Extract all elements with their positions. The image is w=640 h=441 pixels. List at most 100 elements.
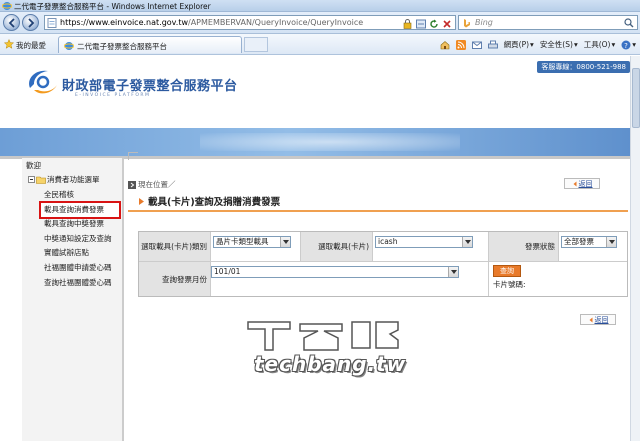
title-underline — [128, 210, 628, 212]
sidebar-item-trial-stores[interactable]: 實體試辦店點 — [44, 246, 119, 261]
refresh-icon[interactable] — [428, 18, 439, 29]
chevron-down-icon — [606, 237, 616, 247]
rss-icon — [455, 39, 466, 50]
safety-menu[interactable]: 安全性(S) ▾ — [540, 39, 578, 50]
help-button[interactable]: ? ▾ — [621, 40, 636, 50]
status-label: 發票狀態 — [489, 232, 559, 262]
arrow-right-icon — [128, 180, 136, 189]
sidebar: 歡迎 消費者功能選單 全民稽核 載具查詢消費發票 載具查詢中獎發票 中獎通知設定… — [22, 158, 124, 441]
url-path: /APMEMBERVAN/QueryInvoice/QueryInvoice — [188, 18, 364, 27]
feeds-button[interactable] — [455, 39, 466, 50]
mail-button[interactable] — [471, 40, 482, 50]
status-cell: 全部發票 — [559, 232, 627, 262]
page-favicon-icon — [47, 18, 57, 28]
vertical-scrollbar[interactable] — [630, 56, 640, 441]
lock-icon[interactable] — [402, 18, 413, 29]
sidebar-menu: 全民稽核 載具查詢消費發票 載具查詢中獎發票 中獎通知設定及查詢 實體試辦店點 … — [39, 188, 121, 291]
carrier-label: 選取載具(卡片) — [301, 232, 373, 262]
window-titlebar: 二代電子發票整合服務平台 - Windows Internet Explorer — [0, 0, 640, 12]
carrier-cell: icash — [373, 232, 489, 262]
stop-icon[interactable] — [441, 18, 452, 29]
tools-menu-label: 工具(O) — [583, 40, 611, 49]
back-button-label: 返回 — [594, 315, 609, 324]
page-menu-label: 網頁(P) — [503, 40, 530, 49]
sidebar-item-query-invoices[interactable]: 載具查詢消費發票 — [39, 200, 121, 220]
carrier-type-value: 晶片卡類型載具 — [216, 237, 269, 246]
tab-label: 二代電子發票整合服務平台 — [77, 42, 167, 51]
arrow-right-icon — [28, 18, 35, 28]
command-bar: 網頁(P) ▾ 安全性(S) ▾ 工具(O) ▾ ? ▾ — [440, 39, 636, 50]
site-subtitle: E-INVOICE PLATFORM — [75, 93, 151, 98]
url-host: https://www.einvoice.nat.gov.tw — [60, 18, 189, 27]
sidebar-root-folder[interactable]: 消費者功能選單 — [28, 174, 100, 185]
favorites-bar: 我的最愛 二代電子發票整合服務平台 網頁(P) ▾ 安全性(S) ▾ 工具(O) ▾ … — [0, 34, 640, 55]
arrow-left-icon — [589, 317, 592, 322]
breadcrumb: 現在位置／ — [128, 179, 176, 190]
breadcrumb-text: 現在位置／ — [138, 180, 176, 189]
search-input[interactable]: Bing — [458, 15, 638, 30]
ie-icon — [2, 2, 12, 10]
tools-menu[interactable]: 工具(O) ▾ — [584, 39, 616, 50]
page-menu[interactable]: 網頁(P) ▾ — [504, 39, 534, 50]
chevron-down-icon — [448, 267, 458, 277]
print-button[interactable] — [487, 40, 498, 50]
window-title: 二代電子發票整合服務平台 - Windows Internet Explorer — [14, 2, 211, 11]
url-field[interactable]: https://www.einvoice.nat.gov.tw/APMEMBER… — [44, 15, 456, 30]
collapse-icon — [28, 176, 35, 183]
hotline-badge: 客服專線：0800-521-988 — [537, 61, 630, 73]
favorites-star-icon[interactable] — [4, 39, 14, 49]
sidebar-item-query-love-code[interactable]: 查詢社福團體愛心碼 — [44, 276, 119, 291]
compatibility-view-icon[interactable] — [415, 18, 426, 29]
month-label: 查詢發票月份 — [139, 262, 211, 296]
query-button[interactable]: 查詢 — [493, 265, 521, 277]
month-value: 101/01 — [214, 267, 241, 276]
carrier-select[interactable]: icash — [375, 236, 473, 248]
site-logo-icon — [29, 70, 57, 94]
safety-menu-label: 安全性(S) — [539, 40, 573, 49]
carrier-type-select[interactable]: 晶片卡類型載具 — [213, 236, 291, 248]
page-title: 載具(卡片)查詢及捐贈消費發票 — [138, 194, 280, 208]
back-nav-button[interactable] — [3, 14, 20, 31]
back-button-top[interactable]: 返回 — [564, 178, 600, 189]
scrollbar-thumb[interactable] — [632, 68, 640, 128]
back-button-bottom[interactable]: 返回 — [580, 314, 616, 325]
back-button-label: 返回 — [578, 179, 593, 188]
help-icon: ? — [621, 40, 631, 50]
card-number-label: 卡片號碼: — [493, 280, 526, 289]
status-value: 全部發票 — [564, 237, 594, 246]
folder-open-icon — [36, 176, 46, 184]
watermark-logo-icon — [247, 321, 399, 351]
page-content: 財政部電子發票整合服務平台 E-INVOICE PLATFORM 客服專線：08… — [0, 56, 640, 441]
print-icon — [487, 40, 498, 48]
new-tab-button[interactable] — [244, 37, 268, 52]
sidebar-welcome: 歡迎 — [26, 161, 41, 170]
address-bar: https://www.einvoice.nat.gov.tw/APMEMBER… — [0, 12, 640, 34]
home-button[interactable] — [440, 40, 450, 50]
sidebar-item-apply-love-code[interactable]: 社福團體申請愛心碼 — [44, 261, 119, 276]
carrier-value: icash — [378, 237, 398, 246]
page-favicon-icon — [64, 42, 74, 50]
svg-text:?: ? — [624, 42, 628, 50]
search-icon[interactable] — [624, 18, 634, 28]
sidebar-item-winning-notice[interactable]: 中獎通知設定及查詢 — [44, 232, 119, 247]
month-select[interactable]: 101/01 — [211, 266, 459, 278]
forward-nav-button[interactable] — [22, 14, 39, 31]
status-select[interactable]: 全部發票 — [561, 236, 617, 248]
corner-mark — [128, 152, 138, 160]
sidebar-root-label: 消費者功能選單 — [47, 175, 100, 184]
carrier-type-cell: 晶片卡類型載具 — [211, 232, 301, 262]
arrow-left-icon — [8, 18, 15, 28]
favorites-label[interactable]: 我的最愛 — [16, 40, 46, 51]
arrow-left-icon — [573, 181, 576, 186]
month-cell: 101/01 — [211, 262, 489, 296]
chevron-down-icon — [462, 237, 472, 247]
browser-tab[interactable]: 二代電子發票整合服務平台 — [58, 36, 242, 53]
chevron-down-icon — [280, 237, 290, 247]
address-tools — [402, 18, 452, 29]
sidebar-item-winning-invoices[interactable]: 載具查詢中獎發票 — [44, 217, 119, 232]
search-placeholder: Bing — [475, 18, 493, 27]
home-icon — [440, 40, 449, 49]
sidebar-item-audit[interactable]: 全民稽核 — [44, 188, 119, 203]
watermark-text: techbang.tw — [254, 352, 407, 376]
url-text: https://www.einvoice.nat.gov.tw/APMEMBER… — [60, 18, 363, 27]
